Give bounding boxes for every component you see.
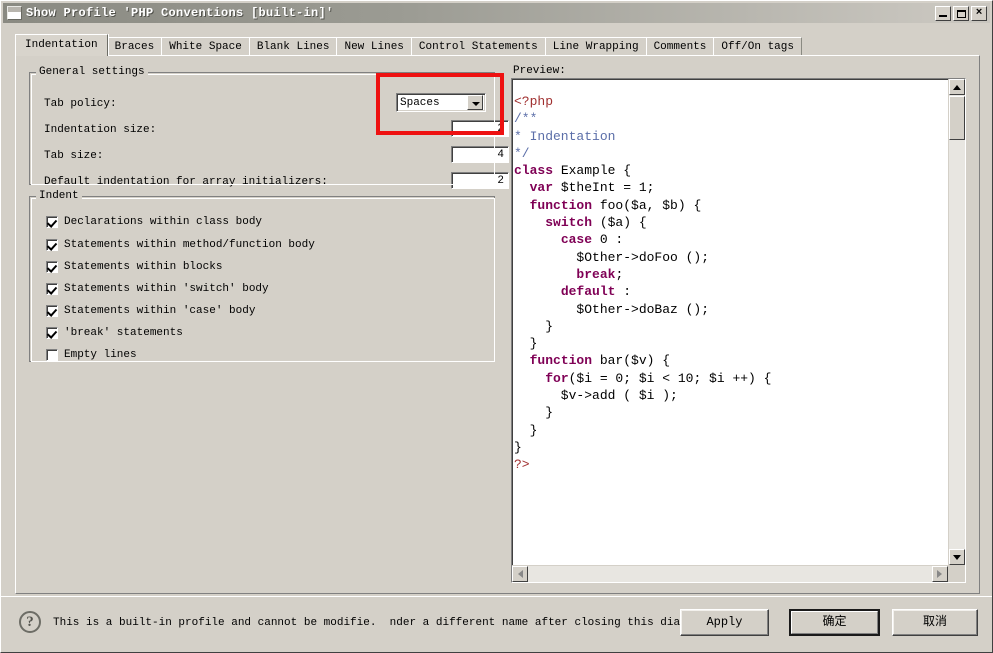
checkbox-row-break-statements[interactable]: 'break' statements bbox=[46, 327, 183, 339]
title-bar: Show Profile 'PHP Conventions [built-in]… bbox=[3, 3, 990, 23]
indentation-size-label: Indentation size: bbox=[44, 124, 157, 136]
checkbox-label: 'break' statements bbox=[64, 327, 183, 339]
tab-label: Line Wrapping bbox=[552, 41, 639, 53]
vertical-scroll-thumb[interactable] bbox=[949, 96, 965, 140]
checkbox-row-declarations-within-class-body[interactable]: Declarations within class body bbox=[46, 216, 262, 228]
preview-horizontal-scrollbar[interactable] bbox=[512, 565, 948, 582]
tab-size-label: Tab size: bbox=[44, 150, 104, 162]
tab-label: New Lines bbox=[344, 41, 404, 53]
checkbox-label: Statements within 'case' body bbox=[64, 305, 256, 317]
checkbox-label: Empty lines bbox=[64, 349, 137, 361]
indent-group: Indent Declarations within class body St… bbox=[29, 190, 495, 362]
tab-policy-dropdown[interactable]: Spaces bbox=[396, 93, 486, 112]
preview-pane[interactable]: <?php /** * Indentation */ class Example… bbox=[511, 78, 966, 583]
close-button[interactable]: × bbox=[971, 5, 987, 21]
scroll-left-icon[interactable] bbox=[512, 566, 528, 582]
preview-code: <?php /** * Indentation */ class Example… bbox=[514, 94, 772, 473]
tab-blank-lines[interactable]: Blank Lines bbox=[248, 37, 338, 57]
checkbox-row-statements-within-method-body[interactable]: Statements within method/function body bbox=[46, 239, 315, 251]
checkbox-declarations-within-class-body[interactable] bbox=[46, 216, 58, 228]
checkbox-statements-within-blocks[interactable] bbox=[46, 261, 58, 273]
tab-braces[interactable]: Braces bbox=[106, 37, 163, 57]
tab-size-input[interactable]: 4 bbox=[451, 146, 509, 163]
checkbox-row-statements-within-blocks[interactable]: Statements within blocks bbox=[46, 261, 222, 273]
apply-button[interactable]: Apply bbox=[680, 609, 769, 636]
tab-indentation[interactable]: Indentation bbox=[15, 34, 108, 56]
apply-button-label: Apply bbox=[706, 615, 743, 629]
checkbox-row-empty-lines[interactable]: Empty lines bbox=[46, 349, 137, 361]
dialog-window: Show Profile 'PHP Conventions [built-in]… bbox=[0, 0, 993, 653]
tab-label: Comments bbox=[653, 41, 707, 53]
tab-line-wrapping[interactable]: Line Wrapping bbox=[544, 37, 647, 57]
ok-button[interactable]: 确定 bbox=[789, 609, 880, 636]
tab-label: Braces bbox=[114, 41, 155, 53]
checkbox-empty-lines[interactable] bbox=[46, 349, 58, 361]
tab-new-lines[interactable]: New Lines bbox=[336, 37, 412, 57]
scrollbar-corner bbox=[948, 565, 965, 582]
checkbox-row-statements-within-switch-body[interactable]: Statements within 'switch' body bbox=[46, 283, 269, 295]
maximize-button[interactable] bbox=[953, 5, 969, 21]
indentation-panel: General settings Tab policy: Spaces Inde… bbox=[15, 55, 980, 594]
tab-label: Indentation bbox=[25, 39, 98, 51]
help-icon[interactable]: ? bbox=[19, 611, 41, 633]
window-title: Show Profile 'PHP Conventions [built-in]… bbox=[26, 6, 334, 20]
checkbox-row-statements-within-case-body[interactable]: Statements within 'case' body bbox=[46, 305, 255, 317]
tab-label: Blank Lines bbox=[256, 41, 330, 53]
tab-off-on-tags[interactable]: Off/On tags bbox=[713, 37, 802, 57]
window-icon bbox=[7, 6, 22, 20]
status-message: This is a built-in profile and cannot be… bbox=[53, 617, 707, 629]
tab-policy-value: Spaces bbox=[400, 96, 440, 109]
tab-comments[interactable]: Comments bbox=[645, 37, 715, 57]
array-initializers-input[interactable]: 2 bbox=[451, 172, 509, 189]
tab-control-statements[interactable]: Control Statements bbox=[410, 37, 546, 57]
tab-policy-label: Tab policy: bbox=[44, 98, 117, 110]
tab-label: White Space bbox=[169, 41, 242, 53]
checkbox-label: Statements within method/function body bbox=[64, 239, 315, 251]
array-initializers-label: Default indentation for array initialize… bbox=[44, 176, 328, 188]
general-settings-group: General settings Tab policy: Spaces Inde… bbox=[29, 66, 509, 189]
tab-label: Off/On tags bbox=[721, 41, 794, 53]
indentation-size-input[interactable]: 2 bbox=[451, 120, 509, 137]
tab-strip: Indentation Braces White Space Blank Lin… bbox=[15, 34, 980, 57]
ok-button-label: 确定 bbox=[822, 615, 847, 629]
cancel-button[interactable]: 取消 bbox=[892, 609, 978, 636]
cancel-button-label: 取消 bbox=[922, 615, 947, 629]
chevron-down-icon[interactable] bbox=[467, 95, 483, 110]
scroll-right-icon[interactable] bbox=[932, 566, 948, 582]
checkbox-statements-within-switch-body[interactable] bbox=[46, 283, 58, 295]
preview-vertical-scrollbar[interactable] bbox=[948, 79, 965, 565]
tab-white-space[interactable]: White Space bbox=[161, 37, 250, 57]
scroll-up-icon[interactable] bbox=[949, 79, 965, 95]
checkbox-statements-within-case-body[interactable] bbox=[46, 305, 58, 317]
checkbox-statements-within-method-body[interactable] bbox=[46, 239, 58, 251]
checkbox-break-statements[interactable] bbox=[46, 327, 58, 339]
minimize-button[interactable] bbox=[935, 5, 951, 21]
checkbox-label: Statements within 'switch' body bbox=[64, 283, 269, 295]
checkbox-label: Statements within blocks bbox=[64, 261, 223, 273]
close-icon: × bbox=[975, 6, 983, 19]
dialog-footer: ? This is a built-in profile and cannot … bbox=[1, 596, 992, 652]
indent-group-title: Indent bbox=[36, 190, 82, 202]
window-controls: × bbox=[935, 5, 988, 21]
checkbox-label: Declarations within class body bbox=[64, 216, 263, 228]
preview-label: Preview: bbox=[513, 65, 566, 77]
general-settings-title: General settings bbox=[36, 66, 148, 78]
scroll-down-icon[interactable] bbox=[949, 549, 965, 565]
tab-label: Control Statements bbox=[418, 41, 538, 53]
